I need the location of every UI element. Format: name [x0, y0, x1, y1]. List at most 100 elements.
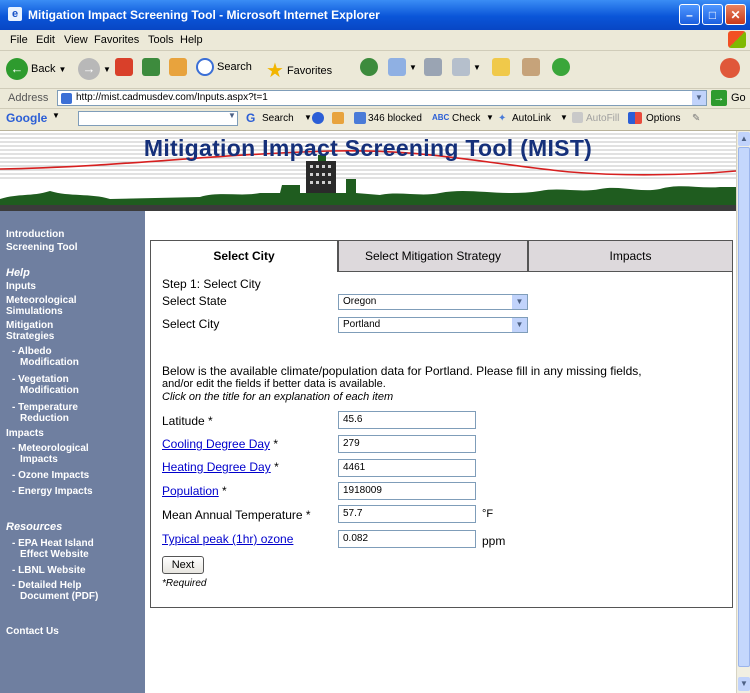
hdd-input[interactable]: 4461 — [338, 459, 476, 477]
sidebar-item-epa-heat-island-cont[interactable]: Effect Website — [20, 549, 89, 560]
ie-icon: e — [8, 7, 22, 21]
menu-tools[interactable]: Tools — [148, 34, 174, 46]
sidebar-item-meteorological-impacts-cont[interactable]: Impacts — [20, 454, 58, 465]
hdd-link[interactable]: Heating Degree Day — [162, 460, 271, 474]
sidebar-item-temperature-cont[interactable]: Reduction — [20, 413, 69, 424]
sidebar-item-vegetation[interactable]: - Vegetation — [12, 374, 69, 385]
tab-select-mitigation-strategy[interactable]: Select Mitigation Strategy — [338, 240, 528, 272]
sidebar-item-ozone-impacts[interactable]: - Ozone Impacts — [12, 470, 89, 481]
sidebar-item-mitigation-strategies-cont[interactable]: Strategies — [6, 331, 54, 342]
population-link[interactable]: Population — [162, 484, 219, 498]
folder-button[interactable] — [492, 58, 510, 76]
favorites-label: Favorites — [286, 64, 333, 77]
google-search-button[interactable]: Search — [262, 113, 294, 124]
sidebar-item-impacts[interactable]: Impacts — [6, 428, 44, 439]
check-button[interactable]: Check — [452, 113, 480, 124]
print-button[interactable] — [424, 58, 442, 76]
back-button[interactable]: ← Back ▼ — [6, 58, 66, 80]
chevron-down-icon[interactable]: ▼ — [228, 111, 236, 120]
history-button[interactable] — [360, 58, 378, 76]
chevron-down-icon: ▼ — [103, 64, 111, 74]
ozone-link[interactable]: Typical peak (1hr) ozone — [162, 532, 293, 546]
go-label[interactable]: Go — [731, 92, 746, 104]
research-button[interactable] — [522, 58, 540, 76]
page-scrollbar[interactable]: ▲ ▼ — [736, 131, 750, 693]
pencil-icon[interactable]: ✎ — [692, 113, 700, 124]
population-input[interactable]: 1918009 — [338, 482, 476, 500]
sidebar-item-lbnl-website[interactable]: - LBNL Website — [12, 565, 86, 576]
cdd-input[interactable]: 279 — [338, 435, 476, 453]
scroll-up-icon[interactable]: ▲ — [738, 132, 750, 146]
chevron-down-icon[interactable]: ▼ — [486, 113, 494, 122]
google-g-icon: G — [246, 111, 256, 125]
sidebar-item-vegetation-cont[interactable]: Modification — [20, 385, 79, 396]
latitude-input[interactable]: 45.6 — [338, 411, 476, 429]
ozone-input[interactable]: 0.082 — [338, 530, 476, 548]
tab-impacts[interactable]: Impacts — [528, 240, 733, 272]
back-arrow-icon: ← — [6, 58, 28, 80]
menu-favorites[interactable]: Favorites — [94, 34, 139, 46]
chevron-down-icon[interactable]: ▼ — [560, 113, 568, 122]
sidebar-item-contact-us[interactable]: Contact Us — [6, 626, 59, 637]
mail-button[interactable]: ▼ — [388, 58, 417, 76]
sidebar-item-detailed-help-cont[interactable]: Document (PDF) — [20, 591, 98, 602]
sidebar-item-epa-heat-island[interactable]: - EPA Heat Island — [12, 538, 94, 549]
spellcheck-icon: ABC — [432, 113, 450, 122]
temperature-input[interactable]: 57.7 — [338, 505, 476, 523]
autolink-button[interactable]: AutoLink — [512, 113, 551, 124]
favorites-button[interactable]: ★ Favorites — [266, 58, 332, 83]
sidebar-item-meteorological-simulations[interactable]: Meteorological — [6, 295, 77, 306]
menu-edit[interactable]: Edit — [36, 34, 55, 46]
sidebar-item-meteorological-impacts[interactable]: - Meteorological — [12, 443, 89, 454]
news-icon[interactable] — [312, 112, 324, 124]
chevron-down-icon[interactable]: ▼ — [692, 91, 706, 105]
popups-blocked[interactable]: 346 blocked — [368, 113, 422, 124]
tab-select-city[interactable]: Select City — [150, 240, 338, 272]
sidebar-item-screening-tool[interactable]: Screening Tool — [6, 242, 78, 253]
sidebar-item-inputs[interactable]: Inputs — [6, 281, 36, 292]
title-bar: e Mitigation Impact Screening Tool - Mic… — [0, 0, 750, 30]
menu-view[interactable]: View — [64, 34, 88, 46]
chevron-down-icon[interactable]: ▼ — [304, 113, 312, 122]
menu-file[interactable]: File — [10, 34, 28, 46]
forward-button[interactable]: → ▼ — [78, 58, 111, 80]
ozone-label-wrap: Typical peak (1hr) ozone — [162, 532, 293, 546]
options-button[interactable]: Options — [646, 113, 680, 124]
city-label: Select City — [162, 317, 220, 331]
scroll-thumb[interactable] — [738, 147, 750, 667]
search-button[interactable]: Search — [196, 58, 252, 76]
google-search-input[interactable] — [78, 111, 238, 126]
maximize-button[interactable]: □ — [702, 4, 723, 25]
chevron-down-icon[interactable]: ▼ — [52, 111, 60, 120]
stop-button[interactable] — [115, 58, 133, 76]
sidebar-item-albedo-cont[interactable]: Modification — [20, 357, 79, 368]
next-button[interactable]: Next — [162, 556, 204, 574]
sidebar-item-mitigation-strategies[interactable]: Mitigation — [6, 320, 53, 331]
messenger-button[interactable] — [552, 58, 570, 76]
sidebar-item-albedo[interactable]: - Albedo — [12, 346, 52, 357]
cdd-link[interactable]: Cooling Degree Day — [162, 437, 270, 451]
extension-button[interactable] — [720, 58, 740, 78]
refresh-button[interactable] — [142, 58, 160, 76]
minimize-button[interactable]: – — [679, 4, 700, 25]
autofill-button[interactable]: AutoFill — [586, 113, 619, 124]
edit-button[interactable]: ▼ — [452, 58, 481, 76]
scroll-down-icon[interactable]: ▼ — [738, 677, 750, 691]
sidebar-item-meteorological-simulations-cont[interactable]: Simulations — [6, 306, 63, 317]
home-button[interactable] — [169, 58, 187, 76]
sidebar-item-detailed-help[interactable]: - Detailed Help — [12, 580, 81, 591]
city-select[interactable]: Portland ▼ — [338, 317, 528, 333]
history-icon — [360, 58, 378, 76]
sidebar-item-introduction[interactable]: Introduction — [6, 229, 64, 240]
address-input[interactable]: http://mist.cadmusdev.com/Inputs.aspx?t=… — [57, 90, 707, 106]
sidebar-item-temperature[interactable]: - Temperature — [12, 402, 78, 413]
go-arrow-icon[interactable]: → — [711, 90, 727, 106]
google-logo[interactable]: Google — [6, 111, 47, 125]
menu-help[interactable]: Help — [180, 34, 203, 46]
forward-arrow-icon: → — [78, 58, 100, 80]
chevron-down-icon: ▼ — [409, 62, 417, 72]
close-button[interactable]: ✕ — [725, 4, 746, 25]
sidebar-item-energy-impacts[interactable]: - Energy Impacts — [12, 486, 93, 497]
state-select[interactable]: Oregon ▼ — [338, 294, 528, 310]
state-select-value: Oregon — [343, 296, 377, 307]
